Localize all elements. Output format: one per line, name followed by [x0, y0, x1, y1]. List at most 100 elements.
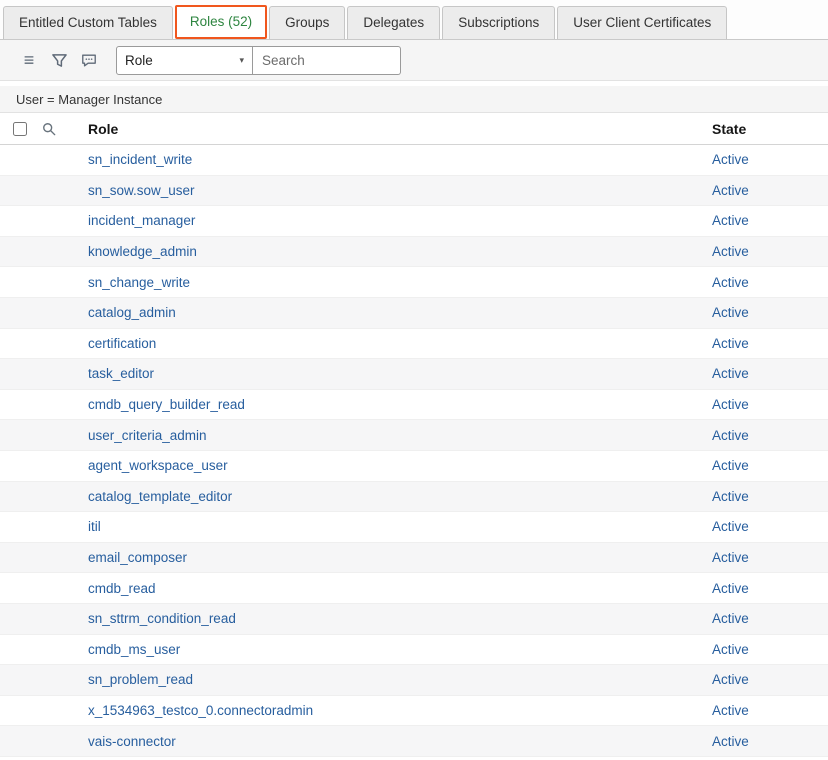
role-link[interactable]: certification [88, 336, 156, 351]
list-toolbar: ≡ Role ▾ [0, 40, 828, 81]
state-link[interactable]: Active [712, 305, 749, 320]
state-link[interactable]: Active [712, 734, 749, 749]
tab-entitled-custom-tables[interactable]: Entitled Custom Tables [3, 6, 173, 39]
state-cell: Active [712, 519, 828, 534]
column-header-state[interactable]: State [712, 121, 828, 137]
role-link[interactable]: sn_change_write [88, 275, 190, 290]
select-all-checkbox[interactable] [13, 122, 27, 136]
role-cell: cmdb_ms_user [78, 642, 712, 657]
role-link[interactable]: sn_sttrm_condition_read [88, 611, 236, 626]
role-cell: sn_incident_write [78, 152, 712, 167]
table-row: task_editor Active [0, 359, 828, 390]
breadcrumb[interactable]: User = Manager Instance [16, 92, 162, 107]
table-row: sn_incident_write Active [0, 145, 828, 176]
state-link[interactable]: Active [712, 428, 749, 443]
tab-bar: Entitled Custom Tables Roles (52) Groups… [0, 0, 828, 40]
role-link[interactable]: cmdb_read [88, 581, 156, 596]
role-cell: sn_sttrm_condition_read [78, 611, 712, 626]
role-link[interactable]: cmdb_query_builder_read [88, 397, 245, 412]
state-link[interactable]: Active [712, 275, 749, 290]
search-icon [42, 122, 56, 136]
role-cell: itil [78, 519, 712, 534]
state-link[interactable]: Active [712, 611, 749, 626]
role-cell: agent_workspace_user [78, 458, 712, 473]
chevron-down-icon: ▾ [239, 55, 244, 66]
role-link[interactable]: cmdb_ms_user [88, 642, 180, 657]
state-cell: Active [712, 244, 828, 259]
state-link[interactable]: Active [712, 489, 749, 504]
role-link[interactable]: vais-connector [88, 734, 176, 749]
state-cell: Active [712, 305, 828, 320]
tab-groups[interactable]: Groups [269, 6, 345, 39]
state-link[interactable]: Active [712, 366, 749, 381]
role-link[interactable]: task_editor [88, 366, 154, 381]
select-all-cell [0, 122, 42, 136]
search-column-value: Role [125, 53, 153, 68]
role-link[interactable]: sn_sow.sow_user [88, 183, 195, 198]
tab-delegates[interactable]: Delegates [347, 6, 440, 39]
state-cell: Active [712, 458, 828, 473]
tab-user-client-certificates[interactable]: User Client Certificates [557, 6, 727, 39]
state-link[interactable]: Active [712, 213, 749, 228]
role-cell: sn_sow.sow_user [78, 183, 712, 198]
state-cell: Active [712, 336, 828, 351]
column-header-role[interactable]: Role [78, 121, 712, 137]
state-link[interactable]: Active [712, 336, 749, 351]
speech-bubble-icon [81, 53, 97, 68]
table-row: certification Active [0, 329, 828, 360]
role-link[interactable]: itil [88, 519, 101, 534]
state-cell: Active [712, 489, 828, 504]
state-link[interactable]: Active [712, 244, 749, 259]
table-row: itil Active [0, 512, 828, 543]
state-link[interactable]: Active [712, 703, 749, 718]
role-link[interactable]: catalog_admin [88, 305, 176, 320]
role-link[interactable]: sn_problem_read [88, 672, 193, 687]
state-link[interactable]: Active [712, 397, 749, 412]
state-cell: Active [712, 183, 828, 198]
role-cell: knowledge_admin [78, 244, 712, 259]
table-header-row: Role State [0, 113, 828, 145]
role-link[interactable]: catalog_template_editor [88, 489, 232, 504]
state-link[interactable]: Active [712, 183, 749, 198]
state-link[interactable]: Active [712, 581, 749, 596]
role-cell: incident_manager [78, 213, 712, 228]
table-row: vais-connector Active [0, 726, 828, 757]
state-link[interactable]: Active [712, 152, 749, 167]
table-row: cmdb_ms_user Active [0, 635, 828, 666]
state-link[interactable]: Active [712, 642, 749, 657]
state-link[interactable]: Active [712, 550, 749, 565]
state-link[interactable]: Active [712, 458, 749, 473]
tab-roles[interactable]: Roles (52) [175, 5, 267, 39]
role-link[interactable]: x_1534963_testco_0.connectoradmin [88, 703, 313, 718]
list-menu-icon[interactable]: ≡ [14, 45, 44, 75]
table-row: catalog_admin Active [0, 298, 828, 329]
state-cell: Active [712, 581, 828, 596]
state-cell: Active [712, 152, 828, 167]
table-row: user_criteria_admin Active [0, 420, 828, 451]
role-link[interactable]: sn_incident_write [88, 152, 192, 167]
role-link[interactable]: email_composer [88, 550, 187, 565]
related-list-panel: Entitled Custom Tables Roles (52) Groups… [0, 0, 828, 760]
state-cell: Active [712, 703, 828, 718]
state-cell: Active [712, 366, 828, 381]
state-cell: Active [712, 428, 828, 443]
table-row: incident_manager Active [0, 206, 828, 237]
table-row: agent_workspace_user Active [0, 451, 828, 482]
tab-subscriptions[interactable]: Subscriptions [442, 6, 555, 39]
state-cell: Active [712, 642, 828, 657]
role-link[interactable]: agent_workspace_user [88, 458, 228, 473]
search-column-select[interactable]: Role ▾ [116, 46, 253, 75]
state-link[interactable]: Active [712, 519, 749, 534]
state-cell: Active [712, 550, 828, 565]
search-input[interactable] [253, 46, 401, 75]
chat-bubble-icon[interactable] [74, 45, 104, 75]
role-link[interactable]: user_criteria_admin [88, 428, 207, 443]
column-search-cell[interactable] [42, 122, 78, 136]
role-cell: user_criteria_admin [78, 428, 712, 443]
state-link[interactable]: Active [712, 672, 749, 687]
role-link[interactable]: incident_manager [88, 213, 195, 228]
table-row: catalog_template_editor Active [0, 482, 828, 513]
role-link[interactable]: knowledge_admin [88, 244, 197, 259]
hamburger-icon: ≡ [24, 51, 35, 69]
filter-icon[interactable] [44, 45, 74, 75]
